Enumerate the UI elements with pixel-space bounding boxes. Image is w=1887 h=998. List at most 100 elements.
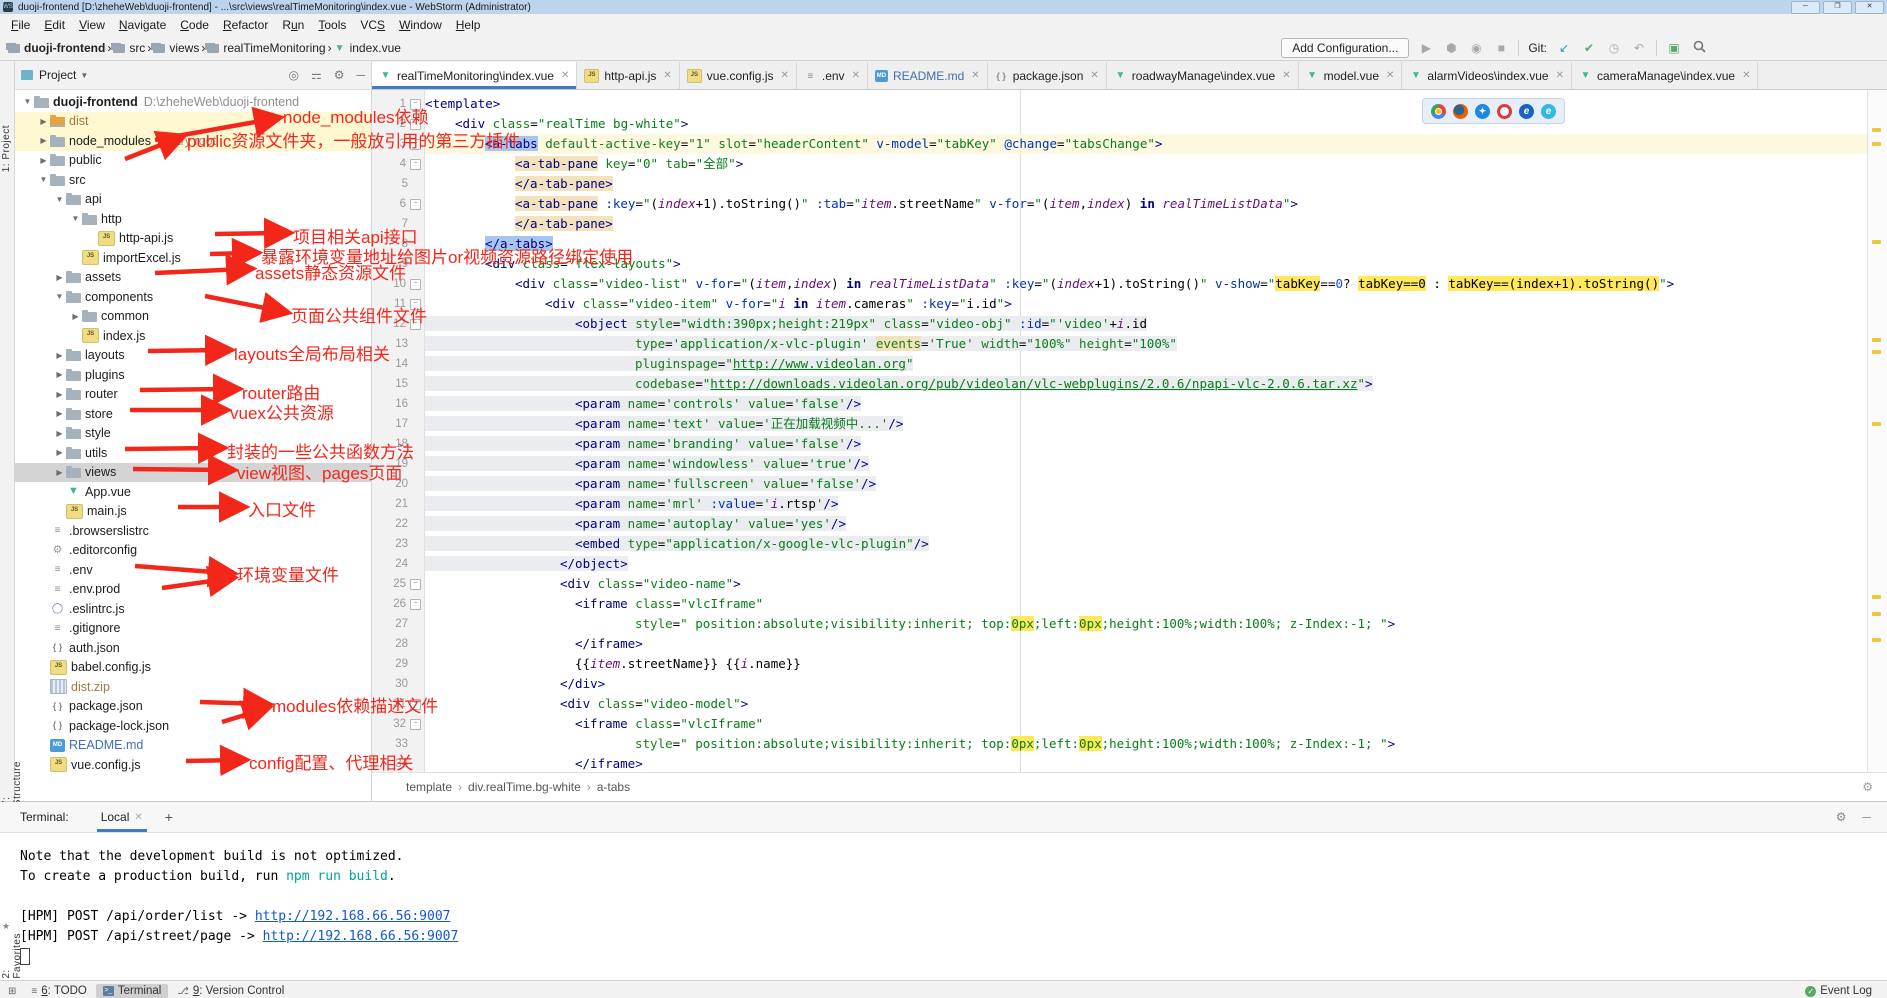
chevron-icon[interactable]: ▶ bbox=[53, 448, 66, 457]
tree-item-auth.json[interactable]: { }auth.json bbox=[15, 638, 371, 658]
editor-tab[interactable]: ▼model.vue✕ bbox=[1299, 62, 1403, 89]
tree-item-http-api.js[interactable]: JShttp-api.js bbox=[15, 229, 371, 249]
code-line[interactable]: </iframe> bbox=[425, 754, 1867, 772]
breadcrumb-item[interactable]: views bbox=[153, 41, 199, 55]
close-icon[interactable]: ✕ bbox=[1556, 70, 1564, 81]
status-item-eventlog[interactable]: ✓Event Log bbox=[1798, 984, 1879, 998]
terminal-tab-local[interactable]: Local ✕ bbox=[95, 803, 149, 832]
tree-item-router[interactable]: ▶router bbox=[15, 385, 371, 405]
tree-item-.gitignore[interactable]: ≡.gitignore bbox=[15, 619, 371, 639]
close-icon[interactable]: ✕ bbox=[1386, 70, 1394, 81]
code-line[interactable]: </a-tabs> bbox=[425, 234, 1867, 254]
tree-item-node_modules[interactable]: ▶node_moduleslibrary root bbox=[15, 131, 371, 151]
code-line[interactable]: </iframe> bbox=[425, 634, 1867, 654]
chevron-icon[interactable]: ▶ bbox=[53, 351, 66, 360]
history-icon[interactable]: ◷ bbox=[1606, 41, 1622, 55]
run-icon[interactable]: ▶ bbox=[1418, 41, 1434, 55]
code-line[interactable]: <iframe class="vlcIframe" bbox=[425, 714, 1867, 734]
code-line[interactable]: <param name='controls' value='false'/> bbox=[425, 394, 1867, 414]
tree-item-public[interactable]: ▶public bbox=[15, 151, 371, 171]
gear-icon[interactable]: ⚙ bbox=[334, 68, 345, 82]
tree-item-.editorconfig[interactable]: ⚙.editorconfig bbox=[15, 541, 371, 561]
tree-item-.env[interactable]: ≡.env bbox=[15, 560, 371, 580]
tree-item-index.js[interactable]: JSindex.js bbox=[15, 326, 371, 346]
editor-breadcrumb-item[interactable]: template bbox=[406, 780, 452, 794]
breadcrumb-item[interactable]: realTimeMonitoring bbox=[207, 41, 325, 55]
minimize-button[interactable]: ─ bbox=[1791, 1, 1820, 14]
tool-stripe-project[interactable]: 1: Project bbox=[1, 125, 12, 172]
terminal-gear-icon[interactable]: ⚙ bbox=[1836, 810, 1847, 824]
code-line[interactable]: </object> bbox=[425, 554, 1867, 574]
close-icon[interactable]: ✕ bbox=[1282, 70, 1290, 81]
editor-breadcrumb-item[interactable]: a-tabs bbox=[597, 780, 630, 794]
status-item-todo[interactable]: ≡6: TODO bbox=[24, 984, 93, 998]
git-update-icon[interactable]: ↙ bbox=[1556, 41, 1572, 55]
status-item-versioncontrol[interactable]: ⎇9: Version Control bbox=[170, 984, 291, 998]
tree-item-.env.prod[interactable]: ≡.env.prod bbox=[15, 580, 371, 600]
code-line[interactable]: style=" position:absolute;visibility:inh… bbox=[425, 734, 1867, 754]
code-line[interactable]: <div class="flex-layouts"> bbox=[425, 254, 1867, 274]
editor-tab[interactable]: JSvue.config.js✕ bbox=[680, 62, 797, 89]
project-panel-title[interactable]: Project bbox=[39, 68, 76, 82]
editor-tab[interactable]: ▼roadwayManage\index.vue✕ bbox=[1107, 62, 1299, 89]
close-button[interactable]: ✕ bbox=[1855, 1, 1884, 14]
editor-tab[interactable]: MDREADME.md✕ bbox=[868, 62, 988, 89]
tree-item-duoji-frontend[interactable]: ▼duoji-frontendD:\zheheWeb\duoji-fronten… bbox=[15, 92, 371, 112]
coverage-icon[interactable]: ◉ bbox=[1468, 41, 1484, 55]
chevron-icon[interactable]: ▶ bbox=[53, 370, 66, 379]
code-line[interactable]: <a-tab-pane key="0" tab="全部"> bbox=[425, 154, 1867, 174]
breadcrumb-item[interactable]: ▼index.vue bbox=[334, 41, 401, 55]
menu-item-file[interactable]: File bbox=[4, 16, 37, 34]
tool-windows-grid-icon[interactable]: ⊞ bbox=[8, 986, 16, 997]
chevron-icon[interactable]: ▼ bbox=[21, 97, 34, 106]
close-icon[interactable]: ✕ bbox=[780, 70, 788, 81]
chrome-icon[interactable] bbox=[1431, 104, 1446, 119]
tree-item-vue.config.js[interactable]: JSvue.config.js bbox=[15, 755, 371, 775]
close-icon[interactable]: ✕ bbox=[561, 70, 569, 81]
close-icon[interactable]: ✕ bbox=[852, 70, 860, 81]
editor-tab[interactable]: ▼cameraManage\index.vue✕ bbox=[1572, 62, 1758, 89]
hide-panel-icon[interactable]: ─ bbox=[356, 68, 365, 82]
status-item-terminal[interactable]: >_Terminal bbox=[96, 984, 168, 998]
tree-item-dist.zip[interactable]: dist.zip bbox=[15, 677, 371, 697]
tree-item-assets[interactable]: ▶assets bbox=[15, 268, 371, 288]
close-icon[interactable]: ✕ bbox=[971, 70, 979, 81]
menu-item-tools[interactable]: Tools bbox=[311, 16, 353, 34]
tree-item-package-lock.json[interactable]: { }package-lock.json bbox=[15, 716, 371, 736]
editor-tab[interactable]: ▼realTimeMonitoring\index.vue✕ bbox=[372, 62, 577, 89]
tree-item-src[interactable]: ▼src bbox=[15, 170, 371, 190]
code-line[interactable]: <div class="video-item" v-for="i in item… bbox=[425, 294, 1867, 314]
chevron-icon[interactable]: ▶ bbox=[37, 136, 50, 145]
stop-icon[interactable]: ■ bbox=[1493, 41, 1509, 55]
chevron-icon[interactable]: ▶ bbox=[69, 312, 82, 321]
menu-item-help[interactable]: Help bbox=[449, 16, 488, 34]
chevron-icon[interactable]: ▼ bbox=[53, 195, 66, 204]
code-line[interactable]: <param name='autoplay' value='yes'/> bbox=[425, 514, 1867, 534]
chevron-icon[interactable]: ▶ bbox=[53, 273, 66, 282]
run-anything-icon[interactable]: ▣ bbox=[1666, 41, 1682, 55]
tree-item-common[interactable]: ▶common bbox=[15, 307, 371, 327]
opera-icon[interactable] bbox=[1497, 104, 1512, 119]
tree-item-App.vue[interactable]: ▼App.vue bbox=[15, 482, 371, 502]
chevron-icon[interactable]: ▼ bbox=[37, 175, 50, 184]
close-icon[interactable]: ✕ bbox=[1090, 70, 1098, 81]
code-line[interactable]: <template> bbox=[425, 94, 1867, 114]
code-line[interactable]: <object style="width:390px;height:219px"… bbox=[425, 314, 1867, 334]
code-line[interactable]: <param name='mrl' :value='i.rtsp'/> bbox=[425, 494, 1867, 514]
locate-file-icon[interactable]: ◎ bbox=[288, 68, 298, 82]
menu-item-vcs[interactable]: VCS bbox=[353, 16, 392, 34]
menu-item-navigate[interactable]: Navigate bbox=[112, 16, 173, 34]
editor-tab[interactable]: JShttp-api.js✕ bbox=[577, 62, 679, 89]
add-configuration-button[interactable]: Add Configuration... bbox=[1281, 38, 1409, 58]
tree-item-plugins[interactable]: ▶plugins bbox=[15, 365, 371, 385]
code-line[interactable]: <embed type="application/x-google-vlc-pl… bbox=[425, 534, 1867, 554]
code-line[interactable]: </div> bbox=[425, 674, 1867, 694]
menu-item-window[interactable]: Window bbox=[392, 16, 449, 34]
code-line[interactable]: <iframe class="vlcIframe" bbox=[425, 594, 1867, 614]
breadcrumb-gear-icon[interactable]: ⚙ bbox=[1862, 780, 1873, 794]
menu-item-edit[interactable]: Edit bbox=[37, 16, 72, 34]
tree-item-utils[interactable]: ▶utils bbox=[15, 443, 371, 463]
code-line[interactable]: <div class="video-list" v-for="(item,ind… bbox=[425, 274, 1867, 294]
tree-item-README.md[interactable]: MDREADME.md bbox=[15, 736, 371, 756]
menu-item-refactor[interactable]: Refactor bbox=[216, 16, 275, 34]
